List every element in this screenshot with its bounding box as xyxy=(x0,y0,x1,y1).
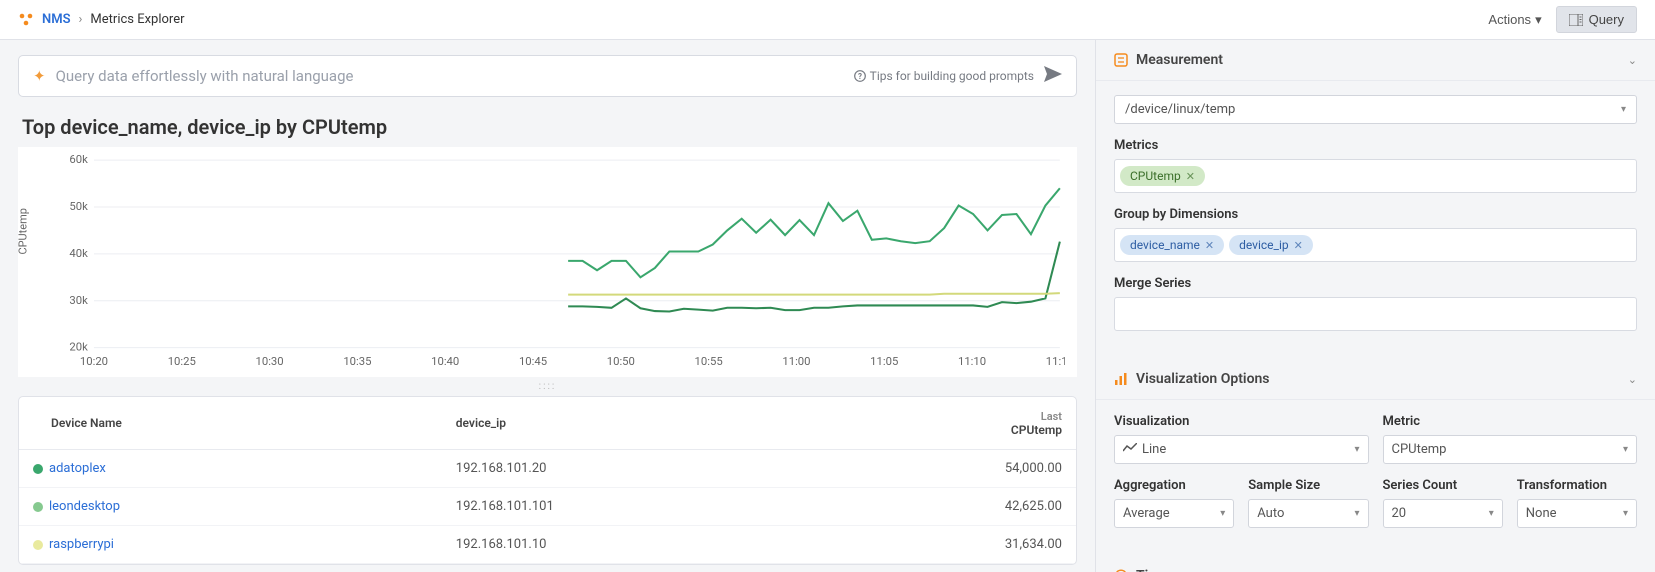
chevron-down-icon: ⌄ xyxy=(1628,54,1637,67)
table-row[interactable]: leondesktop192.168.101.10142,625.00 xyxy=(19,488,1076,526)
svg-text:10:45: 10:45 xyxy=(519,355,547,368)
svg-text:10:20: 10:20 xyxy=(80,355,108,368)
svg-text:11:15: 11:15 xyxy=(1046,355,1065,368)
groupby-input[interactable]: device_name ✕device_ip ✕ xyxy=(1114,228,1637,262)
series-dot-icon xyxy=(33,502,43,512)
table-row[interactable]: raspberrypi192.168.101.1031,634.00 xyxy=(19,526,1076,564)
svg-text:60k: 60k xyxy=(69,155,88,166)
nl-query-input[interactable]: ✦ Query data effortlessly with natural l… xyxy=(18,55,1077,97)
svg-text:?: ? xyxy=(858,72,862,81)
svg-text:10:25: 10:25 xyxy=(168,355,196,368)
svg-text:10:55: 10:55 xyxy=(695,355,723,368)
device-link[interactable]: leondesktop xyxy=(49,499,120,514)
svg-text:11:10: 11:10 xyxy=(958,355,986,368)
tips-link[interactable]: ? Tips for building good prompts xyxy=(854,69,1034,83)
table-header[interactable]: LastCPUtemp xyxy=(820,397,1076,450)
breadcrumb-root[interactable]: NMS xyxy=(42,12,71,27)
line-chart-icon xyxy=(1123,443,1137,453)
remove-tag-icon[interactable]: ✕ xyxy=(1294,239,1303,252)
dimension-tag[interactable]: device_name ✕ xyxy=(1120,235,1224,255)
breadcrumb: NMS › Metrics Explorer xyxy=(18,12,185,28)
merge-input[interactable] xyxy=(1114,297,1637,331)
chart-title: Top device_name, device_ip by CPUtemp xyxy=(22,115,1077,139)
svg-text:40k: 40k xyxy=(69,247,88,260)
time-section-header[interactable]: Time ⌄ xyxy=(1096,556,1655,572)
table-header[interactable]: device_ip xyxy=(442,397,820,450)
svg-text:10:40: 10:40 xyxy=(431,355,459,368)
chart-y-axis-label: CPUtemp xyxy=(17,208,30,255)
help-icon: ? xyxy=(854,70,866,82)
results-table: Device Namedevice_ipLastCPUtemp adatople… xyxy=(18,396,1077,565)
viz-section-header[interactable]: Visualization Options ⌄ xyxy=(1096,359,1655,400)
main-panel: ✦ Query data effortlessly with natural l… xyxy=(0,40,1095,572)
measurement-icon xyxy=(1114,53,1128,67)
groupby-label: Group by Dimensions xyxy=(1114,207,1637,222)
topbar: NMS › Metrics Explorer Actions ▾ Query xyxy=(0,0,1655,40)
visualization-select[interactable]: Line ▾ xyxy=(1114,435,1369,464)
metric-tag[interactable]: CPUtemp ✕ xyxy=(1120,166,1205,186)
measurement-select[interactable]: /device/linux/temp▾ xyxy=(1114,95,1637,124)
query-toggle-button[interactable]: Query xyxy=(1556,6,1637,33)
nl-query-placeholder: Query data effortlessly with natural lan… xyxy=(56,67,844,85)
svg-text:30k: 30k xyxy=(69,294,88,307)
remove-tag-icon[interactable]: ✕ xyxy=(1205,239,1214,252)
measurement-section-header[interactable]: Measurement ⌄ xyxy=(1096,40,1655,81)
remove-tag-icon[interactable]: ✕ xyxy=(1186,170,1195,183)
metrics-input[interactable]: CPUtemp ✕ xyxy=(1114,159,1637,193)
svg-text:50k: 50k xyxy=(69,200,88,213)
app-logo-icon xyxy=(18,12,34,28)
device-link[interactable]: adatoplex xyxy=(49,461,106,476)
svg-text:10:30: 10:30 xyxy=(256,355,284,368)
svg-text:11:05: 11:05 xyxy=(870,355,898,368)
panel-icon xyxy=(1569,14,1583,26)
metrics-label: Metrics xyxy=(1114,138,1637,153)
viz-icon xyxy=(1114,372,1128,386)
svg-text:20k: 20k xyxy=(69,341,88,354)
side-panel: Measurement ⌄ /device/linux/temp▾ Metric… xyxy=(1095,40,1655,572)
sparkle-icon: ✦ xyxy=(33,67,46,85)
send-icon[interactable] xyxy=(1044,66,1062,86)
caret-down-icon: ▾ xyxy=(1535,12,1542,28)
transformation-select[interactable]: None▾ xyxy=(1517,499,1637,528)
table-header[interactable]: Device Name xyxy=(19,397,442,450)
dimension-tag[interactable]: device_ip ✕ xyxy=(1229,235,1313,255)
actions-menu-button[interactable]: Actions ▾ xyxy=(1488,12,1541,28)
sample-size-select[interactable]: Auto▾ xyxy=(1248,499,1368,528)
metric-select[interactable]: CPUtemp▾ xyxy=(1383,435,1638,464)
series-dot-icon xyxy=(33,464,43,474)
chart: CPUtemp 20k 30k 40k 50k 60k 10:20 10:25 10:30 10… xyxy=(18,147,1077,377)
svg-text:10:35: 10:35 xyxy=(343,355,371,368)
chevron-down-icon: ⌄ xyxy=(1628,373,1637,386)
device-link[interactable]: raspberrypi xyxy=(49,537,114,552)
aggregation-select[interactable]: Average▾ xyxy=(1114,499,1234,528)
table-row[interactable]: adatoplex192.168.101.2054,000.00 xyxy=(19,450,1076,488)
breadcrumb-current: Metrics Explorer xyxy=(90,12,184,27)
svg-text:10:50: 10:50 xyxy=(607,355,635,368)
resize-handle[interactable]: :::: xyxy=(18,377,1077,396)
series-dot-icon xyxy=(33,540,43,550)
merge-label: Merge Series xyxy=(1114,276,1637,291)
series-count-select[interactable]: 20▾ xyxy=(1383,499,1503,528)
chevron-right-icon: › xyxy=(79,12,83,27)
svg-text:11:00: 11:00 xyxy=(782,355,810,368)
